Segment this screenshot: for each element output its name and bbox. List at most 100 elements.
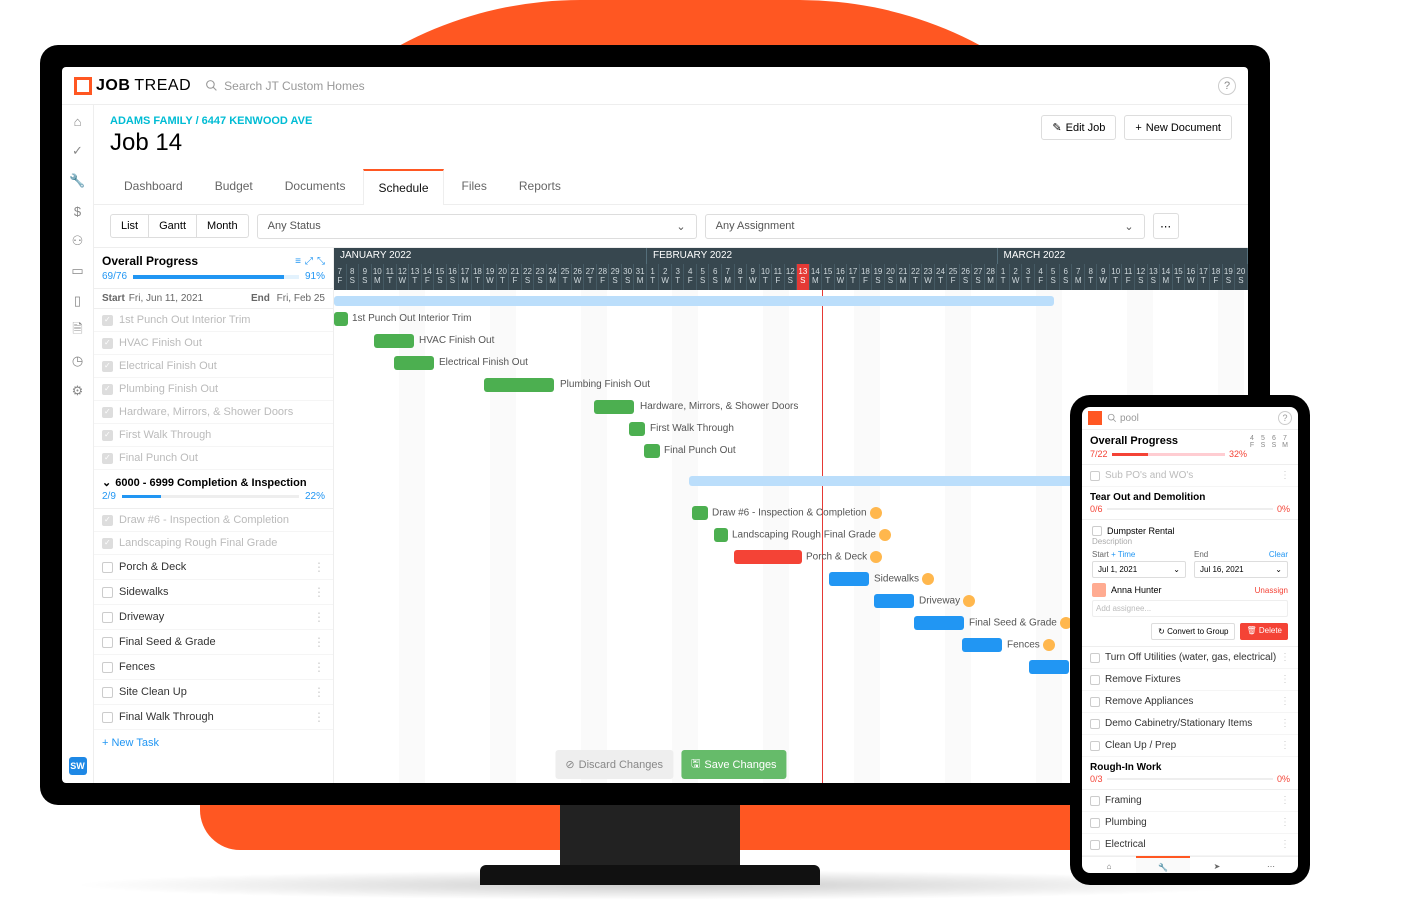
task-item[interactable]: Landscaping Rough Final Grade bbox=[94, 532, 333, 555]
nav-home[interactable]: ⌂Home bbox=[1082, 857, 1136, 873]
tablet-task-item[interactable]: Remove Fixtures⋮ bbox=[1082, 669, 1298, 691]
task-item[interactable]: Electrical Finish Out bbox=[94, 355, 333, 378]
gear-icon[interactable]: ⚙ bbox=[70, 383, 86, 399]
gantt-label: Sidewalks bbox=[874, 573, 934, 585]
tablet-task-item[interactable]: Electrical⋮ bbox=[1082, 834, 1298, 856]
tablet-task-item[interactable]: Demo Cabinetry/Stationary Items⋮ bbox=[1082, 713, 1298, 735]
view-month[interactable]: Month bbox=[197, 215, 248, 237]
add-assignee-input[interactable]: Add assignee... bbox=[1092, 600, 1288, 617]
gantt-bar[interactable] bbox=[1029, 660, 1069, 674]
gantt-bar[interactable] bbox=[644, 444, 660, 458]
user-badge[interactable]: SW bbox=[69, 757, 87, 775]
tablet-task-item[interactable]: Remove Appliances⋮ bbox=[1082, 691, 1298, 713]
task-item[interactable]: Final Punch Out bbox=[94, 447, 333, 470]
tab-budget[interactable]: Budget bbox=[201, 169, 267, 204]
gantt-bar[interactable] bbox=[334, 312, 348, 326]
list-icon[interactable]: ≡ bbox=[295, 256, 301, 267]
task-item[interactable]: 1st Punch Out Interior Trim bbox=[94, 309, 333, 332]
home-icon[interactable]: ⌂ bbox=[70, 113, 86, 129]
gantt-bar[interactable] bbox=[829, 572, 869, 586]
book-icon[interactable]: ▯ bbox=[70, 293, 86, 309]
gantt-bar[interactable] bbox=[914, 616, 964, 630]
end-date-input[interactable]: Jul 16, 2021⌄ bbox=[1194, 561, 1288, 578]
collapse-icon[interactable]: ⤢ bbox=[305, 256, 313, 267]
discard-button[interactable]: ⊘Discard Changes bbox=[555, 750, 673, 779]
gantt-bar[interactable] bbox=[689, 476, 1089, 486]
task-item[interactable]: Sidewalks⋮ bbox=[94, 580, 333, 605]
task-item[interactable]: Driveway⋮ bbox=[94, 605, 333, 630]
gantt-bar[interactable] bbox=[629, 422, 645, 436]
tablet-task-item[interactable]: Sub PO's and WO's⋮ bbox=[1082, 465, 1298, 487]
avatar bbox=[1092, 583, 1106, 597]
tablet-task-detail: Dumpster Rental Description Start + Time… bbox=[1082, 520, 1298, 647]
view-gantt[interactable]: Gantt bbox=[149, 215, 197, 237]
search-input[interactable]: Search JT Custom Homes bbox=[205, 79, 1218, 93]
tablet-task-item[interactable]: Plumbing⋮ bbox=[1082, 812, 1298, 834]
task-item[interactable]: Hardware, Mirrors, & Shower Doors bbox=[94, 401, 333, 424]
gantt-bar[interactable] bbox=[594, 400, 634, 414]
clock-icon[interactable]: ◷ bbox=[70, 353, 86, 369]
tablet-group[interactable]: Tear Out and Demolition 0/60% bbox=[1082, 487, 1298, 520]
clear-button[interactable]: Clear bbox=[1269, 550, 1288, 559]
task-item[interactable]: Porch & Deck⋮ bbox=[94, 555, 333, 580]
send-icon: ➤ bbox=[1214, 862, 1221, 873]
gantt-bar[interactable] bbox=[692, 506, 708, 520]
convert-button[interactable]: ↻ Convert to Group bbox=[1151, 623, 1235, 640]
dollar-icon[interactable]: $ bbox=[70, 203, 86, 219]
gantt-bar[interactable] bbox=[962, 638, 1002, 652]
nav-orders[interactable]: ➤Orders bbox=[1190, 857, 1244, 873]
truck-icon[interactable]: ▭ bbox=[70, 263, 86, 279]
tablet-task-item[interactable]: Turn Off Utilities (water, gas, electric… bbox=[1082, 647, 1298, 669]
more-icon: ⋯ bbox=[1267, 862, 1275, 873]
view-list[interactable]: List bbox=[111, 215, 149, 237]
save-button[interactable]: 🖫Save Changes bbox=[681, 750, 787, 779]
nav-more[interactable]: ⋯More bbox=[1244, 857, 1298, 873]
expand-icon[interactable]: ⤡ bbox=[317, 256, 325, 267]
task-item[interactable]: Final Seed & Grade⋮ bbox=[94, 630, 333, 655]
gantt-bar[interactable] bbox=[484, 378, 554, 392]
start-date-input[interactable]: Jul 1, 2021⌄ bbox=[1092, 561, 1186, 578]
add-time-button[interactable]: + Time bbox=[1111, 550, 1135, 559]
gantt-bar[interactable] bbox=[734, 550, 802, 564]
task-group[interactable]: ⌄ 6000 - 6999 Completion & Inspection2/9… bbox=[94, 470, 333, 509]
breadcrumb[interactable]: ADAMS FAMILY / 6447 KENWOOD AVE bbox=[110, 115, 312, 127]
more-button[interactable]: ⋯ bbox=[1153, 213, 1179, 239]
task-item[interactable]: Draw #6 - Inspection & Completion bbox=[94, 509, 333, 532]
delete-button[interactable]: 🗑 Delete bbox=[1240, 623, 1288, 640]
gantt-bar[interactable] bbox=[394, 356, 434, 370]
tablet-search-input[interactable]: pool bbox=[1107, 413, 1278, 424]
task-item[interactable]: Fences⋮ bbox=[94, 655, 333, 680]
help-icon[interactable]: ? bbox=[1218, 77, 1236, 95]
tablet-help-icon[interactable]: ? bbox=[1278, 411, 1292, 425]
view-segment[interactable]: ListGanttMonth bbox=[110, 214, 249, 238]
gantt-bar[interactable] bbox=[874, 594, 914, 608]
tab-files[interactable]: Files bbox=[448, 169, 501, 204]
wrench-icon[interactable]: 🔧 bbox=[70, 173, 86, 189]
chevron-down-icon: ⌄ bbox=[676, 220, 685, 233]
tablet-group[interactable]: Rough-In Work 0/30% bbox=[1082, 757, 1298, 790]
status-filter[interactable]: Any Status⌄ bbox=[257, 214, 697, 239]
task-item[interactable]: Final Walk Through⋮ bbox=[94, 705, 333, 730]
assignment-filter[interactable]: Any Assignment⌄ bbox=[705, 214, 1145, 239]
tab-documents[interactable]: Documents bbox=[271, 169, 360, 204]
tablet-task-item[interactable]: Framing⋮ bbox=[1082, 790, 1298, 812]
tab-dashboard[interactable]: Dashboard bbox=[110, 169, 197, 204]
tab-schedule[interactable]: Schedule bbox=[363, 169, 443, 205]
tab-reports[interactable]: Reports bbox=[505, 169, 575, 204]
edit-job-button[interactable]: ✎Edit Job bbox=[1041, 115, 1116, 140]
unassign-button[interactable]: Unassign bbox=[1255, 586, 1288, 595]
check-icon[interactable]: ✓ bbox=[70, 143, 86, 159]
task-item[interactable]: First Walk Through bbox=[94, 424, 333, 447]
file-icon[interactable]: 🗎 bbox=[70, 323, 86, 339]
gantt-bar[interactable] bbox=[374, 334, 414, 348]
avatar bbox=[870, 507, 882, 519]
task-item[interactable]: Site Clean Up⋮ bbox=[94, 680, 333, 705]
new-document-button[interactable]: +New Document bbox=[1124, 115, 1232, 140]
task-item[interactable]: HVAC Finish Out bbox=[94, 332, 333, 355]
task-item[interactable]: Plumbing Finish Out bbox=[94, 378, 333, 401]
new-task-button[interactable]: + New Task bbox=[94, 730, 333, 756]
nav-jobs[interactable]: 🔧Jobs bbox=[1136, 856, 1190, 873]
people-icon[interactable]: ⚇ bbox=[70, 233, 86, 249]
gantt-bar[interactable] bbox=[714, 528, 728, 542]
tablet-task-item[interactable]: Clean Up / Prep⋮ bbox=[1082, 735, 1298, 757]
